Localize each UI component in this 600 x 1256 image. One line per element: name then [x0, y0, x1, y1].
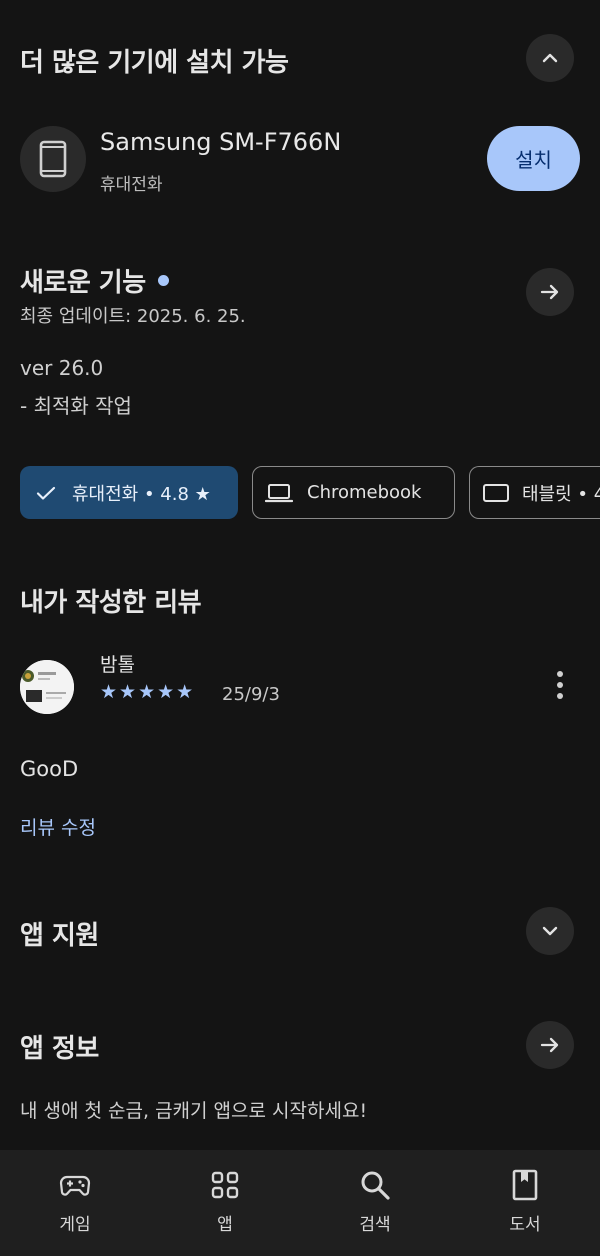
more-vert-icon-dot [557, 693, 563, 699]
chevron-up-icon [542, 53, 558, 63]
my-review-title: 내가 작성한 리뷰 [20, 588, 202, 618]
avatar-image [20, 660, 74, 714]
collapse-button[interactable] [526, 34, 574, 82]
device-icon-container [20, 126, 86, 192]
device-type: 휴대전화 [100, 175, 163, 195]
nav-search-label: 검색 [359, 1215, 391, 1235]
release-notes: - 최적화 작업 [20, 394, 132, 418]
more-vert-icon-dot [557, 671, 563, 677]
whats-new-title-text: 새로운 기능 [20, 268, 146, 298]
arrow-right-icon [540, 1037, 559, 1053]
device-name: Samsung SM-F766N [100, 128, 342, 156]
whats-new-arrow-button[interactable] [526, 268, 574, 316]
search-icon [361, 1171, 390, 1200]
book-icon [512, 1169, 538, 1201]
nav-books[interactable]: 도서 [450, 1150, 600, 1256]
nav-books-label: 도서 [509, 1215, 541, 1235]
avatar [20, 660, 74, 714]
new-indicator-dot [157, 275, 169, 286]
chip-phone[interactable]: 휴대전화 • 4.8 ★ [20, 466, 238, 519]
nav-games[interactable]: 게임 [0, 1150, 150, 1256]
chip-tablet[interactable]: 태블릿 • 4 [469, 466, 600, 519]
review-date: 25/9/3 [222, 684, 280, 705]
reviewer-name: 밤톨 [100, 654, 135, 676]
whats-new-title: 새로운 기능 [20, 262, 169, 299]
install-button[interactable]: 설치 [487, 126, 580, 191]
nav-search[interactable]: 검색 [300, 1150, 450, 1256]
edit-review-link[interactable]: 리뷰 수정 [20, 813, 96, 840]
app-support-title: 앱 지원 [20, 921, 99, 951]
nav-apps-label: 앱 [217, 1215, 233, 1235]
chip-chromebook-label: Chromebook [307, 482, 422, 503]
rating-stars: ★★★★★ [100, 681, 196, 703]
check-icon [36, 486, 56, 500]
chip-chromebook[interactable]: Chromebook [252, 466, 455, 519]
more-devices-title: 더 많은 기기에 설치 가능 [20, 48, 289, 78]
more-vert-icon-dot [557, 682, 563, 688]
arrow-right-icon [540, 284, 559, 300]
chevron-down-icon [542, 926, 558, 936]
bottom-navigation: 게임 앱 검색 도서 [0, 1150, 600, 1256]
app-info-title: 앱 정보 [20, 1034, 99, 1064]
version-text: ver 26.0 [20, 356, 104, 380]
nav-apps[interactable]: 앱 [150, 1150, 300, 1256]
nav-games-label: 게임 [59, 1215, 91, 1235]
app-description: 내 생애 첫 순금, 금캐기 앱으로 시작하세요! [20, 1100, 368, 1122]
phone-icon [39, 140, 67, 178]
tablet-icon [483, 483, 509, 502]
app-support-expand-button[interactable] [526, 907, 574, 955]
more-options-button[interactable] [548, 668, 572, 702]
chip-tablet-label: 태블릿 • 4 [522, 483, 600, 505]
chip-phone-label: 휴대전화 • 4.8 ★ [72, 483, 211, 505]
gamepad-icon [59, 1175, 91, 1196]
review-text: GooD [20, 757, 79, 781]
last-updated: 최종 업데이트: 2025. 6. 25. [20, 306, 246, 327]
app-info-arrow-button[interactable] [526, 1021, 574, 1069]
laptop-icon [265, 483, 293, 502]
apps-grid-icon [211, 1171, 239, 1199]
